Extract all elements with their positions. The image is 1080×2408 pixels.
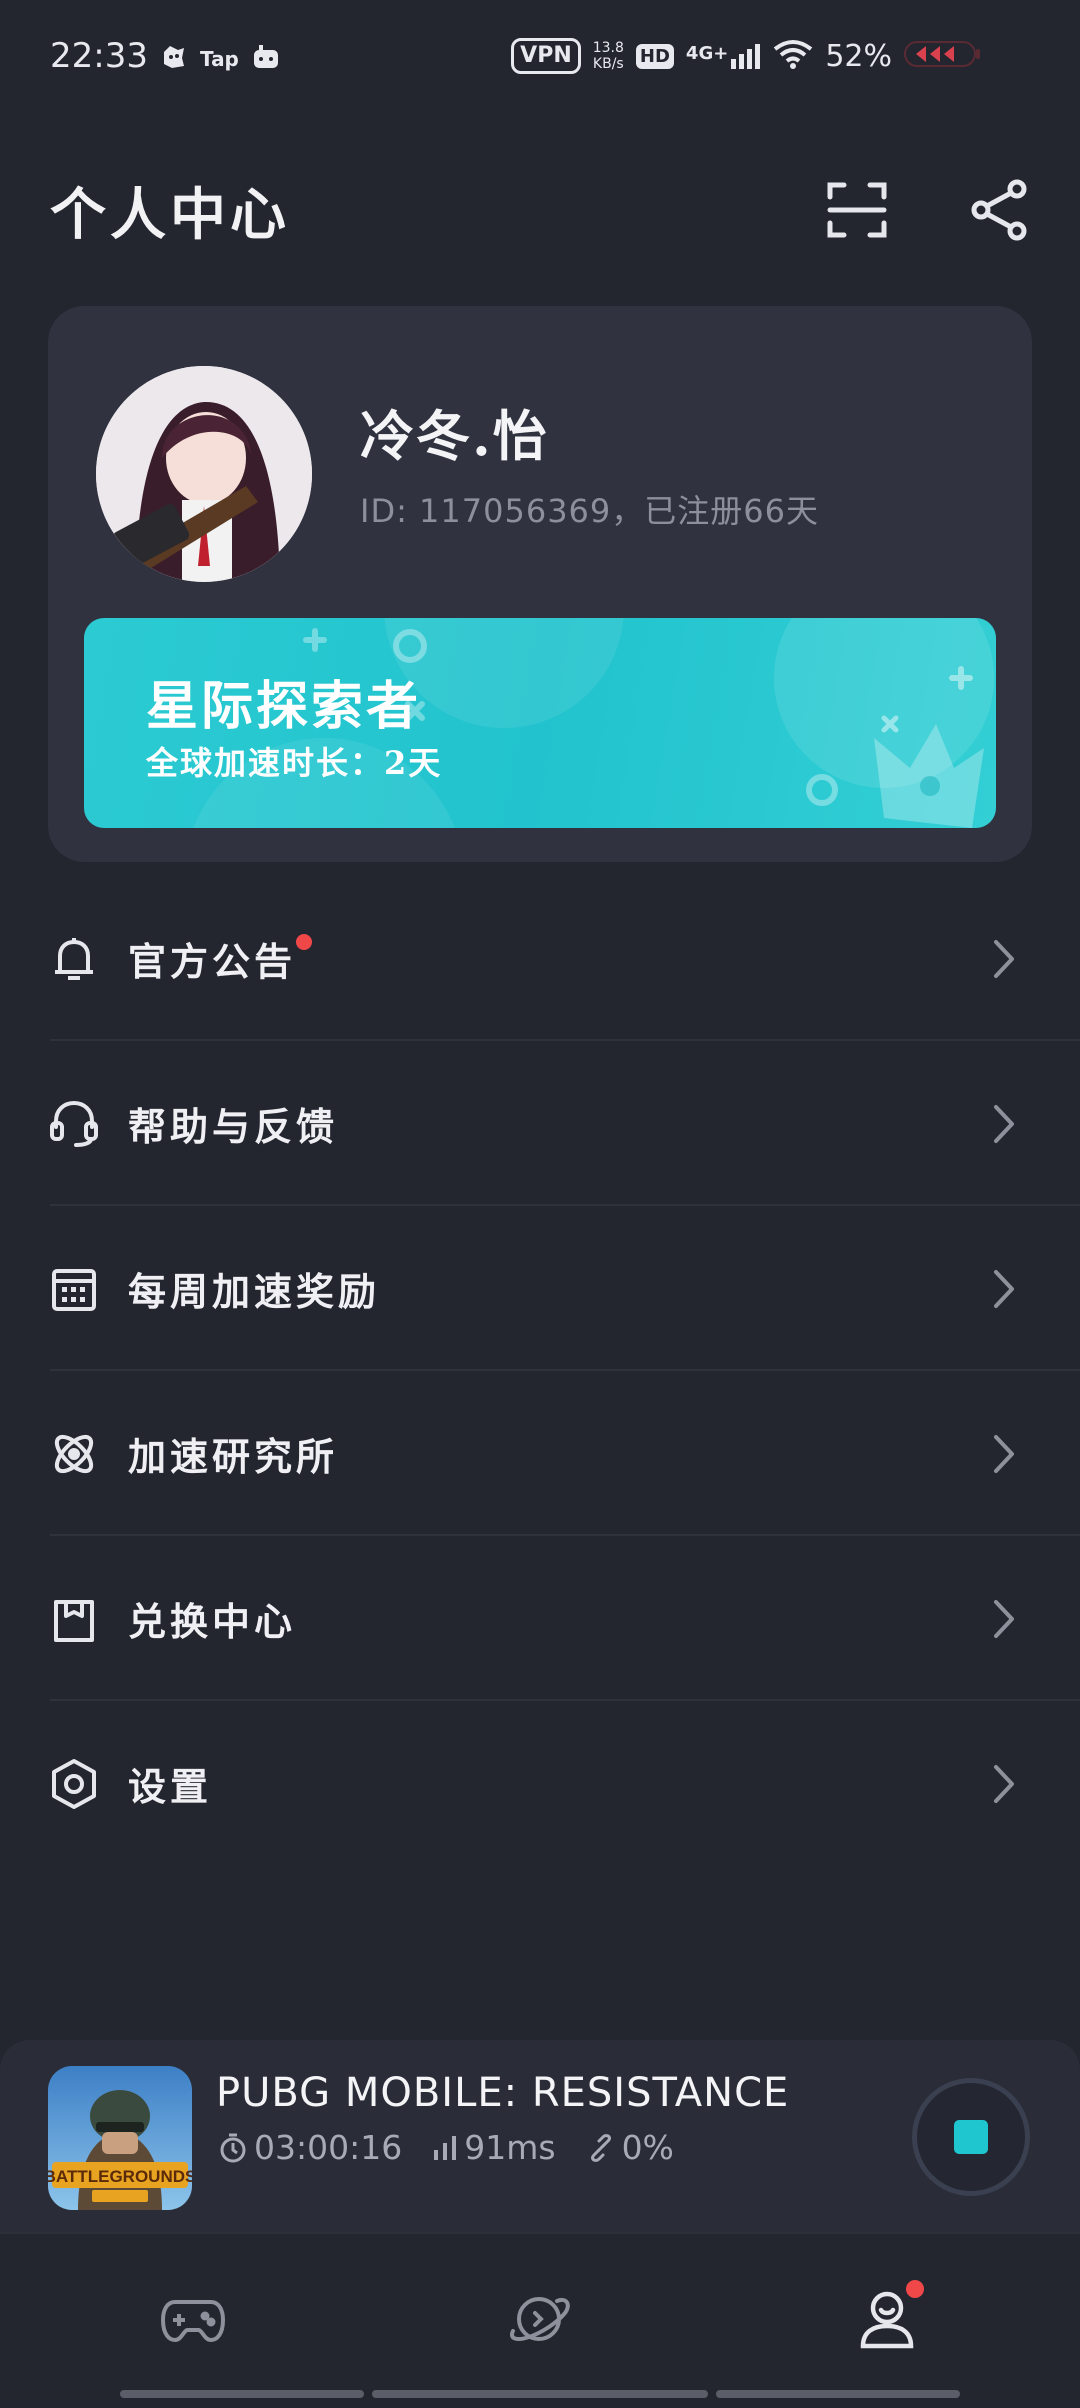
calendar-icon bbox=[46, 1261, 102, 1317]
scan-icon bbox=[827, 182, 887, 238]
svg-text:BATTLEGROUNDS: BATTLEGROUNDS bbox=[48, 2167, 192, 2186]
atom-icon bbox=[46, 1426, 102, 1482]
game-title: PUBG MOBILE: RESISTANCE bbox=[216, 2070, 790, 2116]
chevron-right-icon bbox=[984, 1759, 1024, 1809]
wifi-icon bbox=[773, 39, 813, 73]
username: 冷冬.怡 bbox=[360, 404, 549, 468]
menu-item-help-feedback[interactable]: 帮助与反馈 bbox=[0, 1041, 1080, 1206]
status-bar: 22:33 Tap VPN 13.8 KB/s HD 4G+ 52% bbox=[0, 0, 1080, 120]
menu-item-announcements[interactable]: 官方公告 bbox=[0, 876, 1080, 1041]
controller-app-icon bbox=[251, 42, 281, 76]
settings-menu: 官方公告 帮助与反馈 每周加速奖励 加速研究所 兑换中心 设置 bbox=[0, 876, 1080, 1866]
chevron-right-icon bbox=[984, 934, 1024, 984]
profile-page: 22:33 Tap VPN 13.8 KB/s HD 4G+ 52% 个人中心 … bbox=[0, 0, 1080, 2408]
game-icon[interactable]: BATTLEGROUNDS bbox=[48, 2066, 192, 2210]
share-button[interactable] bbox=[965, 175, 1035, 245]
packet-loss-stat: 0% bbox=[586, 2128, 674, 2167]
gamepad-app-icon bbox=[158, 42, 188, 76]
link-icon bbox=[590, 2133, 611, 2162]
stop-icon bbox=[954, 2120, 988, 2154]
duration-stat: 03:00:16 bbox=[218, 2128, 402, 2167]
battery-icon bbox=[904, 39, 980, 73]
chevron-right-icon bbox=[984, 1264, 1024, 1314]
status-indicators: VPN 13.8 KB/s HD 4G+ 52% bbox=[511, 38, 980, 74]
chevron-right-icon bbox=[984, 1594, 1024, 1644]
stop-acceleration-button[interactable] bbox=[912, 2078, 1030, 2196]
share-icon bbox=[971, 179, 1027, 241]
bell-icon bbox=[46, 931, 102, 987]
menu-item-weekly-rewards[interactable]: 每周加速奖励 bbox=[0, 1206, 1080, 1371]
gesture-bar-segment bbox=[120, 2390, 364, 2398]
games-icon bbox=[161, 2300, 225, 2342]
network-speed-unit: KB/s bbox=[592, 56, 624, 72]
scan-button[interactable] bbox=[822, 175, 892, 245]
menu-item-label: 每周加速奖励 bbox=[128, 1269, 381, 1314]
nav-explore-tab[interactable] bbox=[494, 2274, 584, 2364]
duration-value: 03:00:16 bbox=[254, 2128, 403, 2167]
latency-bars-icon bbox=[434, 2135, 457, 2160]
menu-item-label: 加速研究所 bbox=[128, 1434, 339, 1479]
game-stats: 03:00:16 91ms 0% bbox=[218, 2128, 674, 2167]
status-time: 22:33 bbox=[50, 36, 148, 76]
gesture-bar-segment bbox=[716, 2390, 960, 2398]
profile-icon bbox=[860, 2291, 914, 2349]
menu-item-redeem-center[interactable]: 兑换中心 bbox=[0, 1536, 1080, 1701]
active-game-bar[interactable]: BATTLEGROUNDS PUBG MOBILE: RESISTANCE 03… bbox=[0, 2040, 1080, 2232]
chevron-right-icon bbox=[984, 1429, 1024, 1479]
vip-banner[interactable]: 星际探索者 全球加速时长：2天 bbox=[84, 618, 996, 828]
packet-loss-value: 0% bbox=[621, 2128, 674, 2167]
vip-subtitle: 全球加速时长：2天 bbox=[146, 744, 443, 782]
battery-percent: 52% bbox=[825, 38, 892, 74]
menu-item-research-lab[interactable]: 加速研究所 bbox=[0, 1371, 1080, 1536]
user-id: ID: 117056369，已注册66天 bbox=[360, 492, 819, 530]
menu-item-label: 设置 bbox=[128, 1764, 213, 1809]
signal-icon: 4G+ bbox=[686, 43, 761, 69]
avatar[interactable] bbox=[96, 366, 312, 582]
menu-item-label: 帮助与反馈 bbox=[128, 1104, 339, 1149]
profile-card: 冷冬.怡 ID: 117056369，已注册66天 星际探索者 全球加速时长：2… bbox=[48, 306, 1032, 862]
timer-icon bbox=[220, 2133, 246, 2162]
network-type: 4G+ bbox=[685, 43, 729, 64]
headset-icon bbox=[46, 1096, 102, 1152]
page-title: 个人中心 bbox=[50, 182, 290, 248]
settings-icon bbox=[46, 1756, 102, 1812]
nav-games-tab[interactable] bbox=[148, 2274, 238, 2364]
shopping-bag-icon bbox=[46, 1591, 102, 1647]
chevron-right-icon bbox=[984, 1099, 1024, 1149]
hd-badge: HD bbox=[635, 43, 674, 69]
tap-app-icon: Tap bbox=[200, 47, 239, 71]
latency-value: 91ms bbox=[464, 2128, 556, 2167]
network-speed: 13.8 KB/s bbox=[593, 40, 624, 72]
bottom-nav bbox=[0, 2232, 1080, 2408]
network-speed-value: 13.8 bbox=[592, 40, 624, 56]
gesture-bar-segment bbox=[372, 2390, 708, 2398]
vpn-badge: VPN bbox=[511, 38, 581, 74]
notification-dot bbox=[906, 2280, 924, 2298]
status-app-icons: Tap bbox=[158, 42, 281, 76]
explore-icon bbox=[510, 2297, 570, 2341]
latency-stat: 91ms bbox=[432, 2128, 556, 2167]
menu-item-label: 兑换中心 bbox=[128, 1599, 297, 1644]
menu-item-settings[interactable]: 设置 bbox=[0, 1701, 1080, 1866]
vip-title: 星际探索者 bbox=[146, 676, 422, 737]
nav-profile-tab[interactable] bbox=[842, 2274, 932, 2364]
notification-dot bbox=[296, 934, 312, 950]
menu-item-label: 官方公告 bbox=[128, 939, 297, 984]
